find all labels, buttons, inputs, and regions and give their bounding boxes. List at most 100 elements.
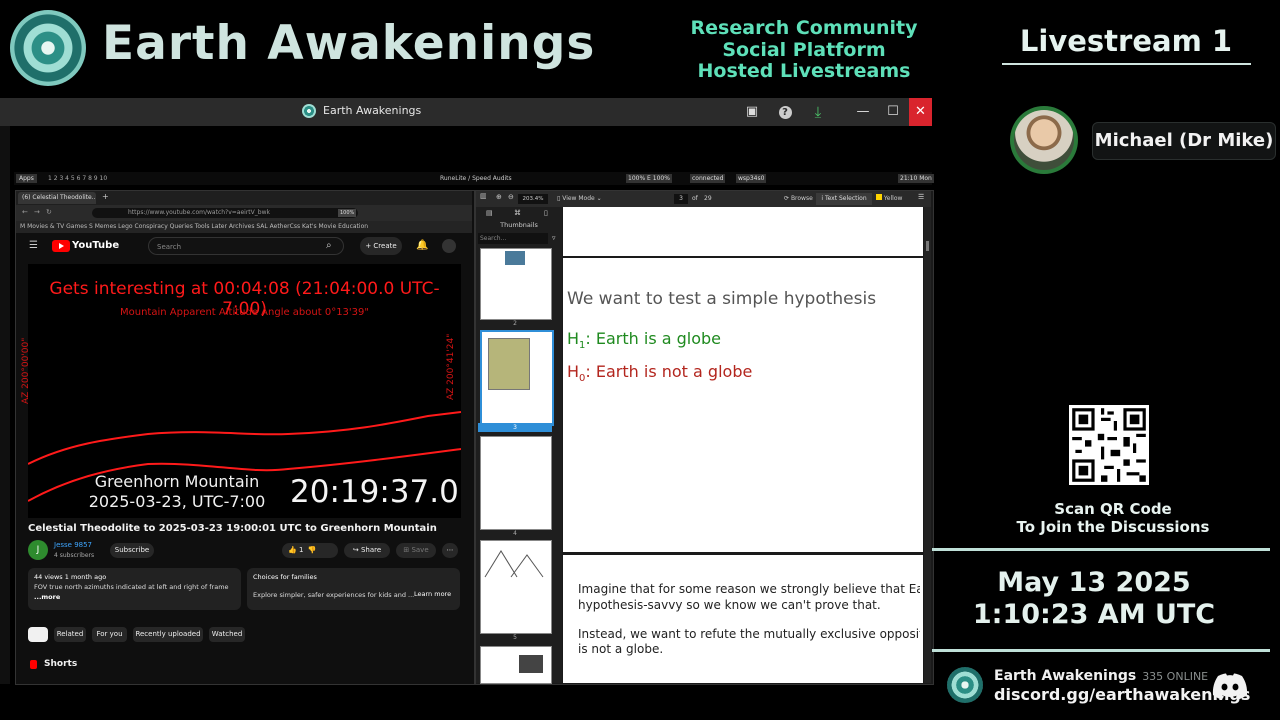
dislike-icon[interactable]: 👎 [308, 546, 317, 554]
channel-name[interactable]: Jesse 9857 [54, 541, 92, 549]
window-title: Earth Awakenings [323, 104, 422, 117]
text-selection-tool[interactable]: ⅰ Text Selection [816, 193, 872, 205]
cast-icon[interactable]: ▣ [738, 98, 766, 126]
youtube-logo-text[interactable]: YouTube [72, 240, 119, 251]
highlight-color-menu[interactable]: Yellow [876, 194, 902, 204]
alternative-hypothesis: H1: Earth is a globe [567, 329, 721, 351]
outline-tab-icon[interactable]: ▯ [544, 209, 548, 217]
tagline: Research Community Social Platform Hoste… [668, 17, 940, 83]
pdf-zoom-field[interactable]: 203.4% [518, 194, 548, 204]
h0-symbol: H [567, 362, 580, 381]
pdf-scrollbar[interactable] [924, 207, 931, 683]
qr-caption-line-1: Scan QR Code [1054, 500, 1172, 518]
network-status: connected [690, 174, 726, 183]
thumbnail-number-4: 4 [513, 530, 517, 537]
zoom-in-icon[interactable]: ⊕ [496, 193, 502, 201]
create-button[interactable]: + Create [360, 237, 402, 255]
earth-awakenings-small-logo [947, 667, 983, 703]
pdf-menu-icon[interactable]: ☰ [918, 193, 924, 201]
thumbnails-title: Thumbnails [500, 221, 538, 229]
reload-icon[interactable]: ↻ [46, 208, 52, 216]
host-name: Michael (Dr Mike) [1092, 122, 1276, 160]
share-icon: ↪ [352, 546, 359, 554]
video-description[interactable]: 44 views 1 month ago FOV true north azim… [28, 568, 241, 610]
minimize-button[interactable]: — [849, 98, 877, 126]
chip-for-you[interactable]: For you [92, 627, 127, 642]
channel-avatar[interactable]: J [28, 540, 48, 560]
thumbnail-search-input[interactable]: Search... [478, 233, 548, 244]
subscribe-button[interactable]: Subscribe [110, 543, 154, 558]
more-actions-button[interactable]: ⋯ [442, 543, 458, 558]
menu-icon[interactable]: ☰ [29, 240, 38, 251]
description-more-link[interactable]: ...more [34, 592, 235, 602]
save-icon: ⊞ [403, 546, 410, 554]
tagline-line-3: Hosted Livestreams [697, 60, 911, 82]
hypothesis-heading: We want to test a simple hypothesis [567, 289, 877, 309]
livestream-underline [1002, 63, 1251, 65]
discord-online-count: 335 ONLINE [1142, 670, 1209, 683]
video-overlay-subtitle: Mountain Apparent Altitude Angle about 0… [120, 307, 369, 318]
paragraph-2-line-1: Instead, we want to refute the mutually … [578, 627, 920, 641]
video-stats: 44 views 1 month ago [34, 573, 107, 581]
pdf-page-next [563, 555, 923, 683]
h1-text: : Earth is a globe [585, 329, 722, 348]
close-button[interactable]: ✕ [909, 98, 932, 126]
address-bar[interactable]: https://www.youtube.com/watch?v=aeirtV_b… [92, 208, 358, 218]
like-count: 1 [298, 546, 304, 554]
nav-back-icon[interactable]: ← [22, 208, 28, 216]
chip-all[interactable] [28, 627, 48, 642]
chip-recently-uploaded[interactable]: Recently uploaded [133, 627, 203, 642]
help-icon[interactable]: ? [771, 98, 799, 126]
view-mode-label: View Mode [562, 195, 595, 202]
youtube-logo-icon[interactable] [52, 240, 70, 252]
zoom-out-icon[interactable]: ⊖ [508, 193, 514, 201]
thumbnails-tab-icon[interactable]: ▤ [486, 209, 493, 217]
maximize-button[interactable]: ☐ [879, 98, 907, 126]
bookmarks-bar[interactable]: M Movies & TV Games S Memes Lego Conspir… [16, 221, 472, 233]
thumbnail-page-3[interactable] [480, 330, 554, 426]
h0-text: : Earth is not a globe [585, 362, 753, 381]
notifications-icon[interactable]: 🔔 [416, 240, 428, 251]
page-number-input[interactable]: 3 [674, 194, 688, 204]
save-button[interactable]: ⊞ Save [396, 543, 436, 558]
sidebar-toggle-icon[interactable]: ▥ [480, 192, 487, 200]
attachments-tab-icon[interactable]: ⌘ [514, 209, 521, 217]
thumbnail-page-5[interactable] [480, 540, 552, 634]
share-label: Share [360, 546, 382, 554]
chip-watched[interactable]: Watched [209, 627, 245, 642]
new-tab-icon[interactable]: + [102, 192, 109, 201]
chip-related[interactable]: Related [54, 627, 86, 642]
thumbnail-page-2[interactable] [480, 248, 552, 320]
thumbnail-page-4[interactable] [480, 436, 552, 530]
account-avatar[interactable] [442, 239, 456, 253]
workspace-switcher[interactable]: 1 2 3 4 5 6 7 8 9 10 [48, 174, 107, 183]
brand-title: Earth Awakenings [102, 16, 596, 71]
learn-more-link[interactable]: Learn more [414, 590, 451, 598]
view-mode-menu[interactable]: ▯ View Mode ⌄ [557, 194, 602, 204]
like-icon[interactable]: 👍 [288, 546, 297, 554]
apps-button[interactable]: Apps [16, 174, 37, 183]
description-text: FOV true north azimuths indicated at lef… [34, 583, 229, 591]
browse-tool[interactable]: ⟳ Browse [784, 194, 813, 204]
video-clock: 20:19:37.0 [290, 474, 459, 510]
families-title: Choices for families [253, 573, 317, 581]
browser-tab[interactable]: (6) Celestial Theodolite... [18, 192, 96, 204]
download-icon[interactable]: ⤓ [804, 98, 832, 126]
discord-icon [1212, 673, 1248, 700]
youtube-search-input[interactable]: Search [148, 237, 344, 255]
azimuth-right-label: AZ 200°41'24" [446, 333, 456, 400]
thumbnail-number-2: 2 [513, 320, 517, 327]
zoom-badge: 100% [338, 209, 357, 217]
share-button[interactable]: ↪ Share [344, 543, 390, 558]
qr-code[interactable] [1069, 405, 1149, 485]
search-icon[interactable]: ⌕ [326, 240, 332, 251]
discord-server: Earth Awakenings 335 ONLINE [994, 668, 1208, 684]
thumbnail-page-6[interactable] [480, 646, 552, 684]
h1-symbol: H [567, 329, 580, 348]
browse-label: Browse [790, 195, 813, 202]
paragraph-2-line-2: is not a globe. [578, 642, 664, 656]
like-dislike-button[interactable]: 👍 1 👎 [282, 543, 338, 558]
window-app-icon [302, 104, 316, 118]
filter-icon[interactable]: ▿ [552, 234, 556, 242]
nav-forward-icon[interactable]: → [34, 208, 40, 216]
